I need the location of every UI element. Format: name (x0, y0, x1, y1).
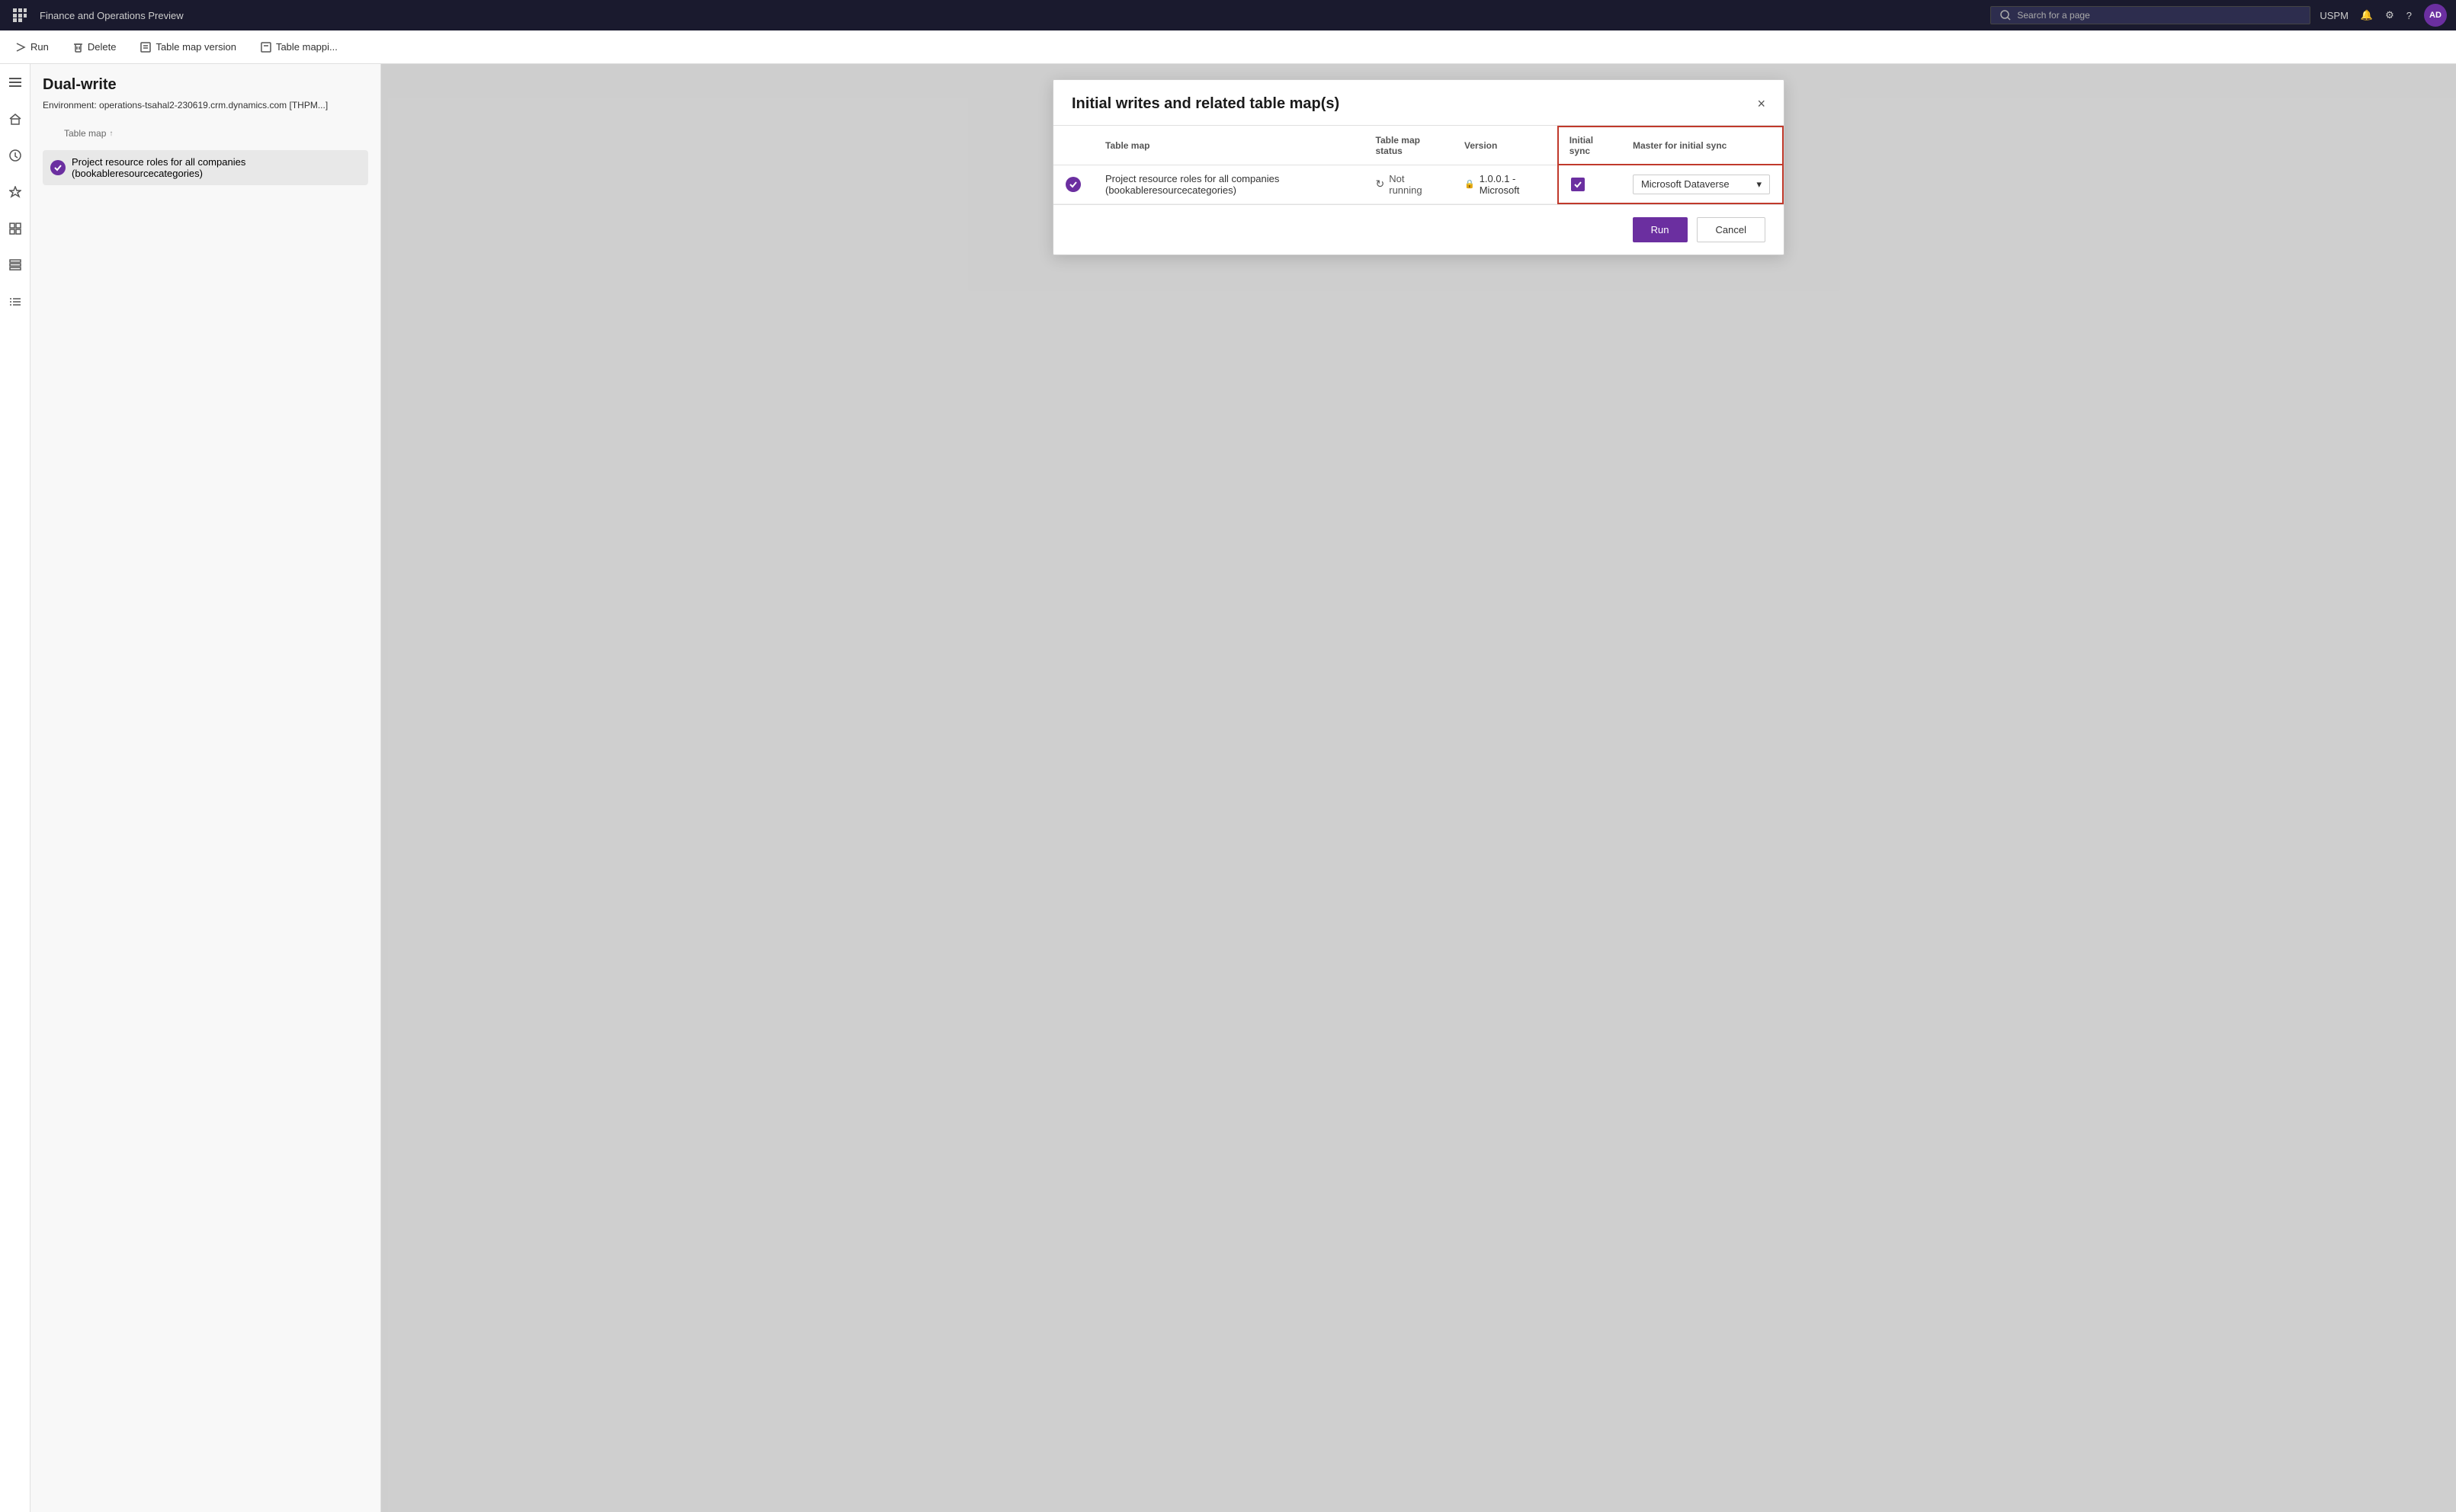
env-label: Environment: operations-tsahal2-230619.c… (43, 100, 368, 111)
not-running-icon: ↻ (1376, 178, 1385, 191)
row-check-circle-modal (1066, 177, 1081, 192)
sort-icon: ↑ (109, 130, 113, 138)
row-version: 🔒 1.0.0.1 - Microsoft (1452, 165, 1558, 203)
sidebar-fav-icon[interactable] (3, 180, 27, 204)
modal-overlay: Initial writes and related table map(s) … (381, 64, 2456, 1512)
nav-icons: USPM 🔔 ⚙ ? AD (2320, 4, 2447, 27)
user-code: USPM (2320, 10, 2349, 21)
sidebar-recent-icon[interactable] (3, 143, 27, 168)
col-header-master: Master for initial sync (1621, 127, 1783, 165)
page-title: Dual-write (43, 76, 368, 94)
run-button-modal[interactable]: Run (1633, 217, 1688, 242)
close-button[interactable]: × (1757, 96, 1765, 112)
top-nav: Finance and Operations Preview Search fo… (0, 0, 2456, 30)
row-master[interactable]: Microsoft Dataverse ▾ (1621, 165, 1783, 203)
bell-icon[interactable]: 🔔 (2361, 9, 2373, 21)
main-layout: Dual-write Environment: operations-tsaha… (0, 64, 2456, 1512)
data-table: Table map Table map status Version Initi… (1053, 126, 1784, 204)
row-status: ↻ Not running (1364, 165, 1452, 203)
modal-body: Table map Table map status Version Initi… (1053, 126, 1784, 204)
app-title: Finance and Operations Preview (40, 10, 1981, 21)
master-dropdown[interactable]: Microsoft Dataverse ▾ (1633, 175, 1770, 194)
col-header-version: Version (1452, 127, 1558, 165)
col-header-table-map: Table map (1093, 127, 1364, 165)
table-list-header: Table map ↑ (43, 123, 368, 144)
modal-title: Initial writes and related table map(s) (1072, 95, 1339, 113)
table-map-version-button[interactable]: Table map version (137, 41, 239, 53)
lock-icon: 🔒 (1464, 179, 1475, 189)
row-check-circle (50, 160, 66, 175)
apps-icon[interactable] (9, 5, 30, 26)
col-header-status: Table map status (1364, 127, 1452, 165)
sidebar-menu-icon[interactable] (3, 70, 27, 94)
modal-header: Initial writes and related table map(s) … (1053, 80, 1784, 126)
user-avatar[interactable]: AD (2424, 4, 2447, 27)
col-header-initial-sync: Initial sync (1558, 127, 1621, 165)
col-header-check (1053, 127, 1093, 165)
row-check-td[interactable] (1053, 165, 1093, 203)
status-badge: ↻ Not running (1376, 173, 1440, 196)
settings-icon[interactable]: ⚙ (2385, 9, 2394, 21)
sidebar-list-icon[interactable] (3, 290, 27, 314)
table-mapping-button[interactable]: Table mappi... (258, 41, 341, 53)
search-placeholder: Search for a page (2017, 10, 2089, 21)
chevron-down-icon: ▾ (1756, 178, 1762, 191)
left-panel: Dual-write Environment: operations-tsaha… (30, 64, 381, 1512)
search-bar[interactable]: Search for a page (1990, 6, 2310, 24)
list-item[interactable]: Project resource roles for all companies… (43, 150, 368, 185)
modal-dialog: Initial writes and related table map(s) … (1053, 79, 1784, 255)
delete-button[interactable]: Delete (70, 41, 120, 53)
table-row: Project resource roles for all companies… (1053, 165, 1783, 203)
content-area: Dual-write Environment: operations-tsaha… (30, 64, 2456, 1512)
run-button[interactable]: Run (12, 41, 52, 53)
sidebar-modules-icon[interactable] (3, 253, 27, 277)
row-initial-sync[interactable] (1558, 165, 1621, 203)
modal-footer: Run Cancel (1053, 204, 1784, 255)
row-table-map: Project resource roles for all companies… (1093, 165, 1364, 203)
header-check (43, 126, 58, 141)
left-sidebar (0, 64, 30, 1512)
help-icon[interactable]: ? (2406, 10, 2412, 21)
initial-sync-checkbox[interactable] (1571, 178, 1585, 191)
toolbar: Run Delete Table map version Table mappi… (0, 30, 2456, 64)
sidebar-workspace-icon[interactable] (3, 216, 27, 241)
cancel-button-modal[interactable]: Cancel (1697, 217, 1765, 242)
row-table-name: Project resource roles for all companies… (72, 156, 361, 179)
sidebar-home-icon[interactable] (3, 107, 27, 131)
